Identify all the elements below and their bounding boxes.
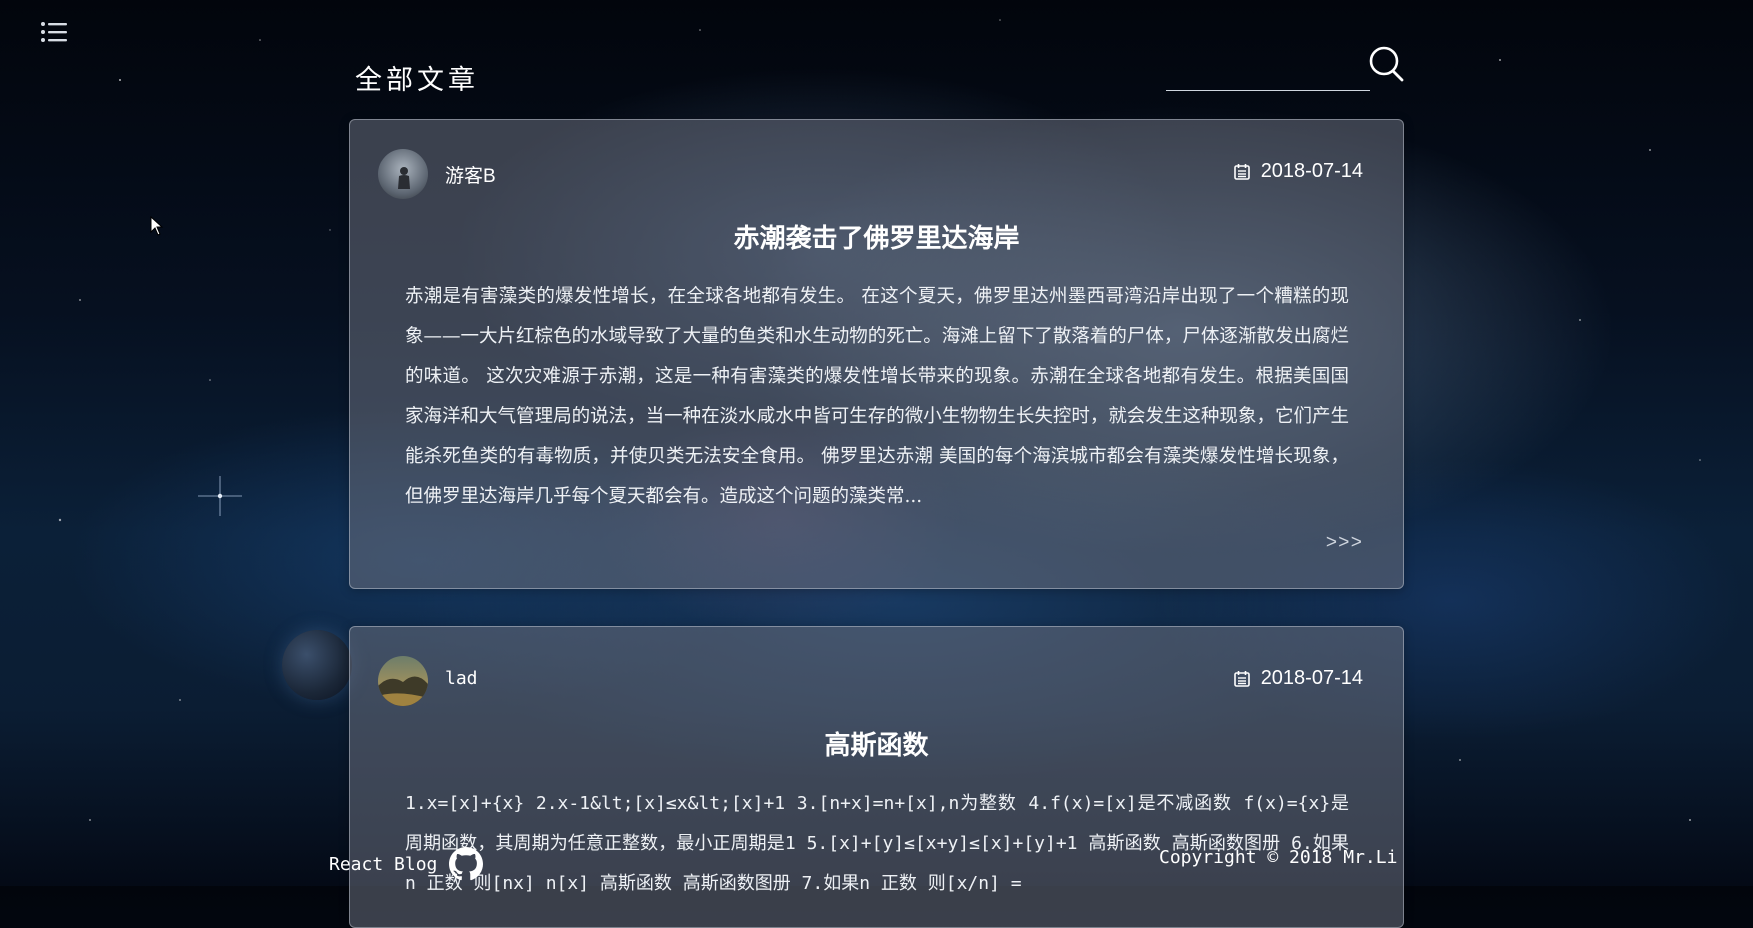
post-author[interactable]: 游客B bbox=[445, 161, 496, 188]
post-excerpt: 1.x=[x]+{x} 2.x-1&lt;[x]≤x&lt;[x]+1 3.[n… bbox=[405, 793, 1349, 894]
post-author[interactable]: lad bbox=[445, 668, 478, 689]
avatar-image bbox=[378, 149, 428, 199]
post-date-group: 2018-07-14 bbox=[1233, 667, 1363, 690]
footer-copyright: Copyright © 2018 Mr.Li bbox=[1159, 847, 1398, 868]
read-more-link[interactable]: >>> bbox=[1326, 532, 1363, 554]
calendar-icon bbox=[1233, 670, 1250, 687]
search-icon[interactable] bbox=[1366, 44, 1406, 84]
search-input[interactable] bbox=[1166, 62, 1370, 91]
post-date-group: 2018-07-14 bbox=[1233, 160, 1363, 183]
post-card: 游客B 2018-07-14 赤潮袭击了佛罗里达海岸 赤潮是有害藻类的爆发性增长… bbox=[349, 119, 1404, 589]
author-avatar[interactable] bbox=[378, 656, 428, 706]
post-excerpt: 赤潮是有害藻类的爆发性增长，在全球各地都有发生。 在这个夏天，佛罗里达州墨西哥湾… bbox=[405, 286, 1349, 507]
search-bar bbox=[1166, 42, 1406, 92]
avatar-image bbox=[378, 656, 428, 706]
footer-brand-group: React Blog bbox=[329, 847, 484, 881]
menu-icon[interactable] bbox=[40, 20, 68, 44]
post-date: 2018-07-14 bbox=[1260, 667, 1363, 689]
author-avatar[interactable] bbox=[378, 149, 428, 199]
github-icon[interactable] bbox=[449, 847, 484, 881]
post-title[interactable]: 赤潮袭击了佛罗里达海岸 bbox=[350, 218, 1403, 255]
mouse-cursor-icon bbox=[150, 216, 164, 236]
post-title[interactable]: 高斯函数 bbox=[350, 725, 1403, 762]
post-card: lad 2018-07-14 高斯函数 1.x=[x]+{x} 2.x-1&lt… bbox=[349, 626, 1404, 928]
calendar-icon bbox=[1233, 163, 1250, 180]
footer-brand: React Blog bbox=[329, 853, 438, 875]
page-title: 全部文章 bbox=[355, 65, 479, 96]
post-date: 2018-07-14 bbox=[1260, 160, 1363, 182]
planet-decoration bbox=[282, 630, 352, 700]
